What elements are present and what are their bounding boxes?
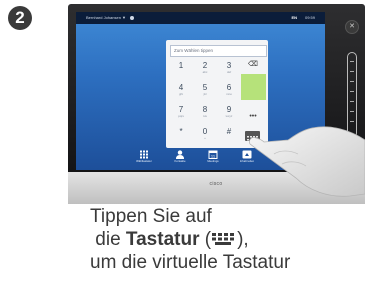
- key-letters: ghi: [178, 92, 183, 96]
- key-digit: 4: [178, 83, 184, 92]
- key-5[interactable]: 5 jkl: [194, 81, 216, 99]
- key-digit: 6: [226, 83, 232, 92]
- clock: 09:59: [304, 15, 315, 20]
- call-button[interactable]: [241, 74, 266, 100]
- instruction-keyword: Tastatur: [125, 229, 200, 250]
- instruction-paren-close: ),: [237, 229, 249, 250]
- key-digit: 3: [226, 61, 232, 70]
- nav-contacts[interactable]: Kontakte: [165, 150, 195, 170]
- key-star[interactable]: *: [170, 125, 192, 143]
- dialpad-icon: [140, 150, 148, 159]
- key-2[interactable]: 2 abc: [194, 59, 216, 77]
- pointing-hand-icon: [249, 126, 365, 197]
- instruction-line-3: um die virtuelle Tastatur: [90, 252, 291, 273]
- user-name[interactable]: Bernhard Johansen: [86, 12, 121, 24]
- instruction-line-1: Tippen Sie auf: [90, 206, 212, 227]
- instruction-text: Tippen Sie auf die Tastatur (), um die v…: [90, 205, 360, 274]
- instruction-prefix: die: [95, 229, 126, 250]
- key-letters: jkl: [203, 92, 207, 96]
- status-bar: Bernhard Johansen ▼ EN 09:59: [76, 12, 325, 24]
- nav-label: Wähltastatur: [136, 159, 152, 163]
- key-letters: abc: [202, 70, 208, 74]
- key-7[interactable]: 7 pqrs: [170, 103, 192, 121]
- backspace-icon[interactable]: ⌫: [246, 60, 260, 70]
- key-4[interactable]: 4 ghi: [170, 81, 192, 99]
- key-digit: 7: [178, 105, 184, 114]
- keyboard-inline-icon: [212, 233, 235, 245]
- key-letters: def: [226, 70, 232, 74]
- person-icon: [176, 150, 184, 159]
- microphone-mute-icon[interactable]: ✕: [345, 20, 359, 34]
- nav-dialpad[interactable]: Wähltastatur: [129, 150, 159, 170]
- key-digit: 2: [202, 61, 208, 70]
- key-digit: 1: [178, 61, 184, 70]
- key-digit: 5: [202, 83, 208, 92]
- key-digit: *: [179, 127, 183, 136]
- status-dot-icon: [130, 16, 134, 20]
- chevron-down-icon[interactable]: ▼: [122, 12, 126, 24]
- nav-label: Kontakte: [174, 159, 186, 163]
- step-number-badge: 2: [8, 6, 32, 30]
- key-6[interactable]: 6 mno: [218, 81, 240, 99]
- key-letters: mno: [226, 92, 232, 96]
- key-3[interactable]: 3 def: [218, 59, 240, 77]
- instruction-paren-open: (: [199, 229, 212, 250]
- instruction-line-2: die Tastatur (),: [90, 228, 360, 251]
- language-indicator: EN: [291, 15, 297, 20]
- key-letters: pqrs: [178, 114, 184, 118]
- dial-input-field[interactable]: Zum Wählen tippen: [170, 45, 267, 57]
- key-1[interactable]: 1: [170, 59, 192, 77]
